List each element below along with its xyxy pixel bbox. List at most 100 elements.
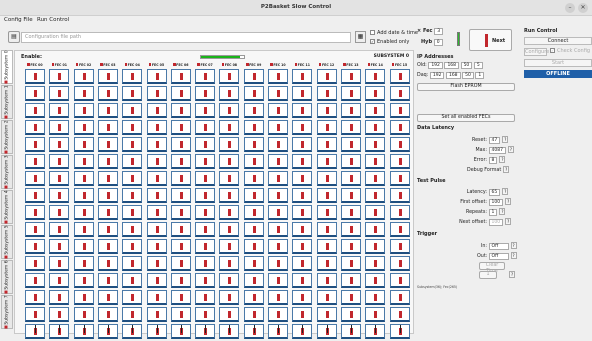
hybrid-cell[interactable]: [340, 69, 361, 84]
hybrid-cell[interactable]: [389, 290, 410, 305]
hybrid-cell[interactable]: [219, 171, 240, 186]
hybrid-cell[interactable]: [73, 69, 94, 84]
hybrid-cell[interactable]: [243, 239, 264, 254]
hybrid-cell[interactable]: [219, 69, 240, 84]
hybrid-cell[interactable]: [268, 154, 288, 169]
hybrid-cell[interactable]: [195, 171, 216, 186]
hybrid-cell[interactable]: [49, 188, 70, 203]
hybrid-cell[interactable]: [316, 307, 337, 322]
check-config-checkbox[interactable]: ✓ Check Config: [550, 48, 590, 54]
hybrid-cell[interactable]: [170, 273, 191, 288]
hybrid-cell[interactable]: [170, 307, 191, 322]
hybrid-cell[interactable]: [316, 171, 337, 186]
hybrid-cell[interactable]: [73, 86, 94, 101]
hybrid-cell[interactable]: [97, 188, 118, 203]
hybrid-cell[interactable]: [49, 86, 70, 101]
hybrid-cell[interactable]: [49, 171, 70, 186]
hybrid-cell[interactable]: [268, 307, 288, 322]
hybrid-cell[interactable]: [49, 205, 70, 220]
old-ip-octet[interactable]: 50: [460, 62, 473, 69]
hyb-spinbox[interactable]: 0: [433, 39, 443, 46]
hybrid-cell[interactable]: [389, 137, 410, 152]
hybrid-cell[interactable]: [49, 137, 70, 152]
hybrid-cell[interactable]: [316, 205, 337, 220]
hybrid-cell[interactable]: [73, 137, 94, 152]
hybrid-cell[interactable]: [25, 307, 45, 322]
hybrid-cell[interactable]: [243, 222, 264, 237]
hybrid-cell[interactable]: [316, 120, 337, 135]
hybrid-cell[interactable]: [195, 239, 216, 254]
hybrid-cell[interactable]: [340, 307, 361, 322]
hybrid-cell[interactable]: [268, 86, 288, 101]
hybrid-cell[interactable]: [195, 290, 216, 305]
hybrid-cell[interactable]: [316, 273, 337, 288]
hybrid-cell[interactable]: [25, 188, 45, 203]
hybrid-cell[interactable]: [122, 103, 143, 118]
hybrid-cell[interactable]: [25, 120, 45, 135]
hybrid-cell[interactable]: [292, 86, 313, 101]
hybrid-cell[interactable]: [195, 69, 216, 84]
hybrid-cell[interactable]: [97, 86, 118, 101]
hybrid-cell[interactable]: [122, 86, 143, 101]
repeats-spinbox[interactable]: 1: [488, 209, 498, 216]
old-ip-octet[interactable]: 168: [444, 62, 460, 69]
folder-icon[interactable]: ▤: [8, 31, 20, 43]
hybrid-cell[interactable]: [146, 120, 167, 135]
latency-spinbox[interactable]: 65: [488, 189, 501, 196]
hybrid-cell[interactable]: [365, 222, 386, 237]
hybrid-cell[interactable]: [195, 154, 216, 169]
hybrid-cell[interactable]: [243, 103, 264, 118]
hybrid-cell[interactable]: [73, 256, 94, 271]
hybrid-cell[interactable]: [146, 256, 167, 271]
hybrid-cell[interactable]: [268, 120, 288, 135]
trigger-out-select[interactable]: Off: [488, 253, 509, 260]
hybrid-cell[interactable]: [73, 239, 94, 254]
hybrid-cell[interactable]: [146, 86, 167, 101]
hybrid-cell[interactable]: [73, 205, 94, 220]
tab-subsystem-0[interactable]: Subsystem 0: [1, 50, 13, 84]
hybrid-cell[interactable]: [292, 256, 313, 271]
hybrid-cell[interactable]: [219, 188, 240, 203]
hybrid-cell[interactable]: [316, 137, 337, 152]
hybrid-cell[interactable]: [97, 222, 118, 237]
hybrid-cell[interactable]: [389, 103, 410, 118]
hybrid-cell[interactable]: [146, 290, 167, 305]
hybrid-cell[interactable]: [340, 222, 361, 237]
hybrid-cell[interactable]: [365, 188, 386, 203]
hybrid-cell[interactable]: [170, 205, 191, 220]
hybrid-cell[interactable]: [389, 256, 410, 271]
hybrid-cell[interactable]: [268, 69, 288, 84]
clear-time-button[interactable]: Clear Time: [479, 262, 505, 274]
hybrid-cell[interactable]: [73, 154, 94, 169]
hybrid-cell[interactable]: [340, 103, 361, 118]
hybrid-cell[interactable]: [97, 256, 118, 271]
hybrid-cell[interactable]: [97, 273, 118, 288]
start-button[interactable]: Start: [524, 59, 592, 67]
hybrid-cell[interactable]: [243, 86, 264, 101]
hybrid-cell[interactable]: [340, 273, 361, 288]
hybrid-cell[interactable]: [365, 307, 386, 322]
hybrid-cell[interactable]: [170, 171, 191, 186]
hybrid-cell[interactable]: [146, 205, 167, 220]
tab-subsystem-6[interactable]: Subsystem 6: [1, 260, 13, 294]
hybrid-cell[interactable]: [73, 273, 94, 288]
hybrid-cell[interactable]: [122, 137, 143, 152]
hybrid-cell[interactable]: [268, 222, 288, 237]
hybrid-cell[interactable]: [268, 103, 288, 118]
hybrid-cell[interactable]: [389, 239, 410, 254]
hybrid-cell[interactable]: [49, 290, 70, 305]
hybrid-cell[interactable]: [243, 256, 264, 271]
hybrid-cell[interactable]: [170, 188, 191, 203]
hybrid-cell[interactable]: [170, 137, 191, 152]
hybrid-cell[interactable]: [25, 273, 45, 288]
hybrid-cell[interactable]: [97, 239, 118, 254]
hybrid-cell[interactable]: [316, 188, 337, 203]
hybrid-cell[interactable]: [389, 120, 410, 135]
daq-ip-octet[interactable]: 1: [475, 72, 485, 79]
hybrid-cell[interactable]: [49, 239, 70, 254]
trigger-in-select[interactable]: Off: [488, 243, 509, 250]
hybrid-cell[interactable]: [146, 154, 167, 169]
hybrid-cell[interactable]: [219, 239, 240, 254]
hybrid-cell[interactable]: [146, 137, 167, 152]
max-spinbox[interactable]: 4087: [488, 147, 506, 154]
